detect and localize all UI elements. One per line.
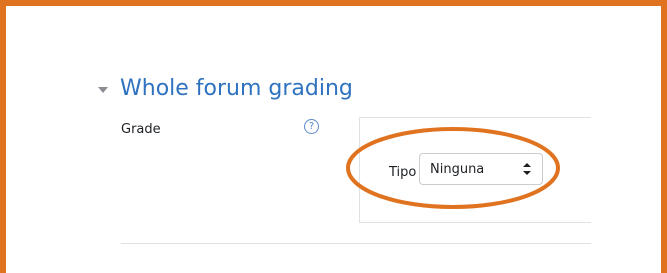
section-title[interactable]: Whole forum grading [120, 78, 353, 100]
chevron-down-icon[interactable] [98, 87, 108, 93]
grade-label: Grade [121, 122, 161, 137]
section-divider [121, 243, 591, 244]
highlight-frame: Whole forum grading Grade ? Tipo Ninguna [0, 0, 667, 273]
grade-type-select-value: Ninguna [430, 162, 485, 177]
question-circle-icon[interactable]: ? [304, 119, 319, 134]
grade-type-select[interactable]: Ninguna [419, 153, 543, 185]
type-label: Tipo [389, 165, 417, 180]
select-arrows-icon [523, 163, 531, 175]
section-header-whole-forum-grading[interactable]: Whole forum grading [98, 78, 353, 100]
